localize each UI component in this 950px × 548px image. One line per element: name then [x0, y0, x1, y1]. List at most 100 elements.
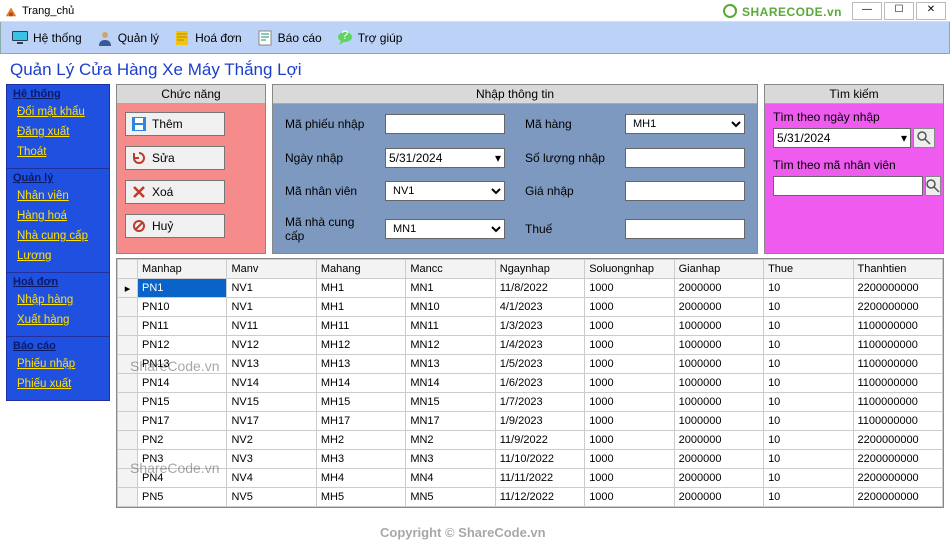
table-cell[interactable]: 11/11/2022 — [495, 469, 584, 488]
input-soluong[interactable] — [625, 148, 745, 168]
table-cell[interactable]: PN5 — [138, 488, 227, 507]
table-cell[interactable]: 10 — [764, 336, 853, 355]
table-cell[interactable]: PN10 — [138, 298, 227, 317]
table-cell[interactable]: 10 — [764, 374, 853, 393]
table-cell[interactable]: MH2 — [316, 431, 405, 450]
table-row[interactable]: PN10NV1MH1MN104/1/2023100020000001022000… — [118, 298, 943, 317]
table-cell[interactable]: MH4 — [316, 469, 405, 488]
table-cell[interactable]: 1000 — [585, 393, 674, 412]
table-cell[interactable]: 1000000 — [674, 336, 763, 355]
table-row[interactable]: PN2NV2MH2MN211/9/20221000200000010220000… — [118, 431, 943, 450]
table-cell[interactable]: 2000000 — [674, 431, 763, 450]
table-cell[interactable]: 1000000 — [674, 412, 763, 431]
table-cell[interactable]: MH1 — [316, 298, 405, 317]
table-cell[interactable]: 1100000000 — [853, 393, 943, 412]
table-cell[interactable]: MH1 — [316, 279, 405, 298]
select-mahang[interactable]: MH1 — [625, 114, 745, 134]
table-cell[interactable]: MH5 — [316, 488, 405, 507]
sidebar-link[interactable]: Đăng xuất — [13, 122, 103, 142]
data-grid[interactable]: ManhapManvMahangManccNgaynhapSoluongnhap… — [116, 258, 944, 508]
table-cell[interactable]: 2200000000 — [853, 431, 943, 450]
table-cell[interactable]: 2200000000 — [853, 298, 943, 317]
minimize-button[interactable]: — — [852, 2, 882, 20]
table-cell[interactable]: 1100000000 — [853, 412, 943, 431]
select-mancc[interactable]: MN1 — [385, 219, 505, 239]
table-cell[interactable]: MH13 — [316, 355, 405, 374]
table-cell[interactable]: 11/8/2022 — [495, 279, 584, 298]
table-cell[interactable]: 11/12/2022 — [495, 488, 584, 507]
edit-button[interactable]: Sửa — [125, 146, 225, 170]
table-cell[interactable]: NV1 — [227, 298, 316, 317]
sidebar-link[interactable]: Nhân viên — [13, 186, 103, 206]
sidebar-link[interactable]: Hàng hoá — [13, 206, 103, 226]
table-cell[interactable]: 10 — [764, 431, 853, 450]
table-row[interactable]: PN5NV5MH5MN511/12/2022100020000001022000… — [118, 488, 943, 507]
table-cell[interactable]: 10 — [764, 279, 853, 298]
sidebar-link[interactable]: Nhập hàng — [13, 290, 103, 310]
table-cell[interactable]: MN3 — [406, 450, 495, 469]
table-cell[interactable]: NV1 — [227, 279, 316, 298]
menu-manage[interactable]: Quản lý — [96, 29, 159, 47]
table-cell[interactable]: MN1 — [406, 279, 495, 298]
column-header[interactable]: Thanhtien — [853, 260, 943, 279]
table-cell[interactable]: NV17 — [227, 412, 316, 431]
table-cell[interactable]: NV4 — [227, 469, 316, 488]
table-cell[interactable]: 1000 — [585, 355, 674, 374]
date-ngaynhap[interactable]: 5/31/2024▾ — [385, 148, 505, 168]
table-cell[interactable]: PN3 — [138, 450, 227, 469]
table-row[interactable]: PN11NV11MH11MN111/3/20231000100000010110… — [118, 317, 943, 336]
table-cell[interactable]: 1000 — [585, 469, 674, 488]
table-cell[interactable]: MN17 — [406, 412, 495, 431]
table-cell[interactable]: MH15 — [316, 393, 405, 412]
table-cell[interactable]: MN5 — [406, 488, 495, 507]
table-cell[interactable]: 1100000000 — [853, 355, 943, 374]
table-cell[interactable]: 1000000 — [674, 393, 763, 412]
input-thue[interactable] — [625, 219, 745, 239]
table-cell[interactable]: 2200000000 — [853, 279, 943, 298]
table-cell[interactable]: 1000 — [585, 317, 674, 336]
table-cell[interactable]: PN2 — [138, 431, 227, 450]
menu-invoice[interactable]: Hoá đơn — [173, 29, 242, 47]
table-cell[interactable]: 1000 — [585, 450, 674, 469]
cancel-button[interactable]: Huỷ — [125, 214, 225, 238]
table-cell[interactable]: 10 — [764, 317, 853, 336]
table-cell[interactable]: 2000000 — [674, 450, 763, 469]
table-cell[interactable]: MH12 — [316, 336, 405, 355]
table-cell[interactable]: 1000 — [585, 336, 674, 355]
table-cell[interactable]: 2200000000 — [853, 450, 943, 469]
table-cell[interactable]: 2200000000 — [853, 469, 943, 488]
table-cell[interactable]: NV3 — [227, 450, 316, 469]
column-header[interactable]: Mahang — [316, 260, 405, 279]
search-date-button[interactable] — [913, 128, 935, 148]
table-cell[interactable]: MN2 — [406, 431, 495, 450]
table-cell[interactable]: 2000000 — [674, 298, 763, 317]
table-row[interactable]: PN13NV13MH13MN131/5/20231000100000010110… — [118, 355, 943, 374]
input-gianhap[interactable] — [625, 181, 745, 201]
table-cell[interactable]: MH17 — [316, 412, 405, 431]
table-cell[interactable]: MN14 — [406, 374, 495, 393]
table-cell[interactable]: MN4 — [406, 469, 495, 488]
table-cell[interactable]: 10 — [764, 450, 853, 469]
sidebar-link[interactable]: Xuất hàng — [13, 310, 103, 330]
table-cell[interactable]: 2000000 — [674, 488, 763, 507]
column-header[interactable]: Gianhap — [674, 260, 763, 279]
table-cell[interactable]: NV2 — [227, 431, 316, 450]
table-cell[interactable]: 1000 — [585, 279, 674, 298]
table-row[interactable]: PN14NV14MH14MN141/6/20231000100000010110… — [118, 374, 943, 393]
table-cell[interactable]: NV15 — [227, 393, 316, 412]
table-cell[interactable]: 1000 — [585, 412, 674, 431]
table-row[interactable]: PN15NV15MH15MN151/7/20231000100000010110… — [118, 393, 943, 412]
table-cell[interactable]: PN15 — [138, 393, 227, 412]
table-cell[interactable]: 10 — [764, 393, 853, 412]
input-maphieu[interactable] — [385, 114, 505, 134]
table-cell[interactable]: 11/10/2022 — [495, 450, 584, 469]
table-cell[interactable]: MN12 — [406, 336, 495, 355]
table-cell[interactable]: 1/7/2023 — [495, 393, 584, 412]
table-cell[interactable]: 1/3/2023 — [495, 317, 584, 336]
table-cell[interactable]: MN13 — [406, 355, 495, 374]
table-cell[interactable]: 2000000 — [674, 279, 763, 298]
table-cell[interactable]: PN11 — [138, 317, 227, 336]
sidebar-link[interactable]: Thoát — [13, 142, 103, 162]
table-row[interactable]: ▸PN1NV1MH1MN111/8/2022100020000001022000… — [118, 279, 943, 298]
maximize-button[interactable]: ☐ — [884, 2, 914, 20]
